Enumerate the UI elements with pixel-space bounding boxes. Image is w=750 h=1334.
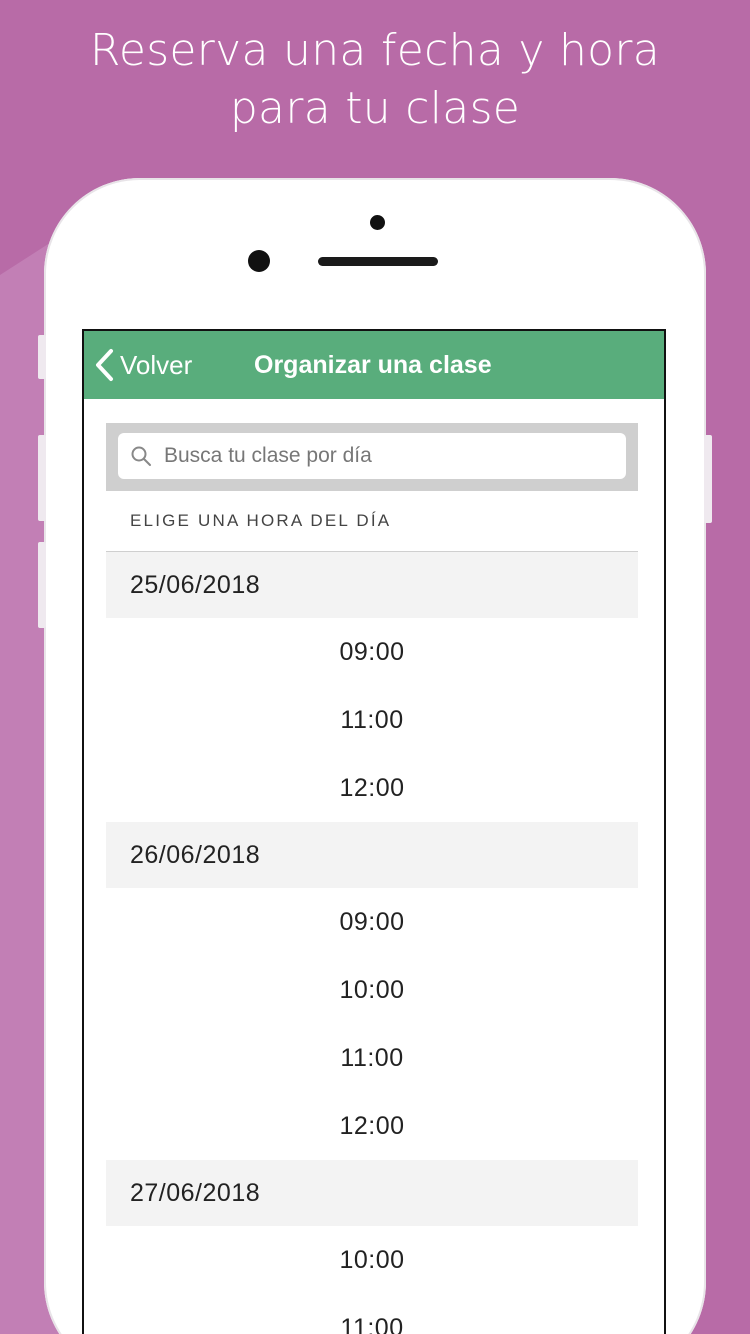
phone-volume-down	[38, 542, 46, 628]
time-slot[interactable]: 11:00	[106, 1024, 638, 1092]
earpiece-speaker	[318, 257, 438, 266]
time-slot[interactable]: 11:00	[106, 686, 638, 754]
phone-mute-switch	[38, 335, 46, 379]
headline-line-1: Reserva una fecha y hora	[89, 25, 661, 76]
time-slot[interactable]: 10:00	[106, 956, 638, 1024]
page-title: Organizar una clase	[254, 351, 492, 379]
time-slot[interactable]: 09:00	[106, 618, 638, 686]
phone-volume-up	[38, 435, 46, 521]
search-bar	[106, 423, 638, 491]
time-slot[interactable]: 12:00	[106, 754, 638, 822]
phone-power-button	[704, 435, 712, 523]
back-button-label: Volver	[120, 349, 193, 380]
search-icon	[131, 446, 151, 466]
time-slot[interactable]: 09:00	[106, 888, 638, 956]
back-button[interactable]: Volver	[94, 331, 192, 399]
chevron-left-icon	[96, 349, 113, 381]
time-slot[interactable]: 11:00	[106, 1294, 638, 1334]
search-input[interactable]	[164, 444, 604, 468]
search-box	[118, 433, 626, 479]
promo-headline: Reserva una fecha y hora para tu clase	[0, 22, 750, 138]
front-camera	[370, 215, 385, 230]
schedule-list: 25/06/2018 09:00 11:00 12:00 26/06/2018 …	[106, 552, 638, 1334]
proximity-sensor	[248, 250, 270, 272]
date-header: 25/06/2018	[106, 552, 638, 618]
app-screen: Volver Organizar una clase ELIGE UNA HOR…	[82, 329, 666, 1334]
date-header: 26/06/2018	[106, 822, 638, 888]
navigation-bar: Volver Organizar una clase	[84, 331, 664, 399]
time-slot[interactable]: 10:00	[106, 1226, 638, 1294]
headline-line-2: para tu clase	[229, 83, 521, 134]
date-header: 27/06/2018	[106, 1160, 638, 1226]
section-header: ELIGE UNA HORA DEL DÍA	[130, 511, 392, 530]
time-slot[interactable]: 12:00	[106, 1092, 638, 1160]
